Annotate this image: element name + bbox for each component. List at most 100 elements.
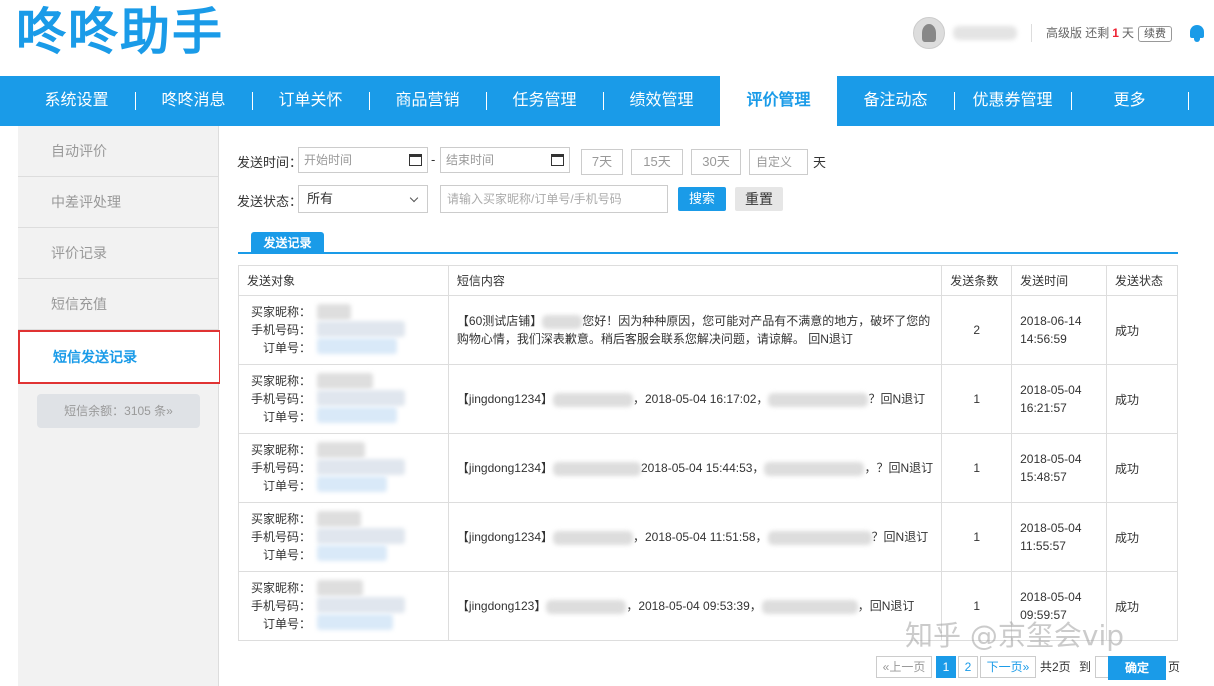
nav-item-reviews[interactable]: 评价管理 [720,76,837,126]
app-logo[interactable]: 咚咚助手 [16,2,224,62]
order-label: 订单号： [262,617,311,631]
send-clock: 11:55:57 [1020,539,1066,553]
redacted-text [553,461,641,476]
send-time-label: 发送时间： [237,155,303,170]
quick-7-days-button[interactable]: 7天 [581,149,623,175]
quick-30-days-button[interactable]: 30天 [691,149,741,175]
order-label: 订单号： [262,479,311,493]
redacted-text [761,599,858,614]
quick-15-days-button[interactable]: 15天 [631,149,683,175]
count-cell: 1 [941,502,1013,572]
next-page-button[interactable]: 下一页» [980,656,1036,678]
send-clock: 15:48:57 [1020,470,1067,484]
sms-tail: ，？回N退订 [864,461,934,475]
phone-label: 手机号码： [250,392,311,406]
sms-shop-tag: 【jingdong1234】 [456,392,553,406]
order-redacted [317,614,393,630]
buyer-nick-redacted [317,304,351,320]
buyer-nick-redacted [317,580,363,596]
sms-tail: ？回N退订 [871,530,929,544]
status-cell: 成功 [1106,433,1178,503]
redacted-text [553,530,633,545]
column-header-count[interactable]: 发送条数 [941,265,1013,296]
main-content: 发送时间： 开始时间 - 结束时间 7天 15天 30天 自定义 天 发送状态：… [220,126,1214,686]
phone-label: 手机号码： [250,323,311,337]
order-label: 订单号： [262,410,311,424]
calendar-icon[interactable] [409,154,422,166]
start-date-input[interactable]: 开始时间 [298,147,428,173]
content-cell: 【jingdong1234】 ，2018-05-04 16:17:02， ？回N退订 [447,364,943,434]
tab-send-records[interactable]: 发送记录 [251,232,324,254]
column-header-target[interactable]: 发送对象 [238,265,449,296]
days-left: 1 [1112,26,1119,40]
page-button-2[interactable]: 2 [958,656,978,678]
user-avatar[interactable] [912,17,945,49]
status-cell: 成功 [1106,295,1178,365]
goto-confirm-button[interactable]: 确定 [1108,656,1166,680]
target-cell: 买家昵称： 手机号码： 订单号： [238,295,449,365]
column-header-time[interactable]: 发送时间 [1011,265,1108,296]
nav-item-coupons[interactable]: 优惠券管理 [954,76,1071,126]
search-input[interactable]: 请输入买家昵称/订单号/手机号码 [440,185,668,213]
main-nav: 系统设置 咚咚消息 订单关怀 商品营销 任务管理 绩效管理 评价管理 备注动态 … [0,76,1214,126]
user-area: 高级版 还剩 1 天续费 [912,16,1214,50]
bell-icon[interactable] [1188,23,1206,43]
tab-bar: 发送记录 [238,232,1178,254]
page-unit: 页 [1168,660,1181,674]
sidebar-item-review-records[interactable]: 评价记录 [18,228,219,279]
nav-item-messages[interactable]: 咚咚消息 [135,76,252,126]
search-button[interactable]: 搜索 [678,187,726,211]
records-table: 发送对象 短信内容 发送条数 发送时间 发送状态 买家昵称： 手机号码： 订单号… [238,265,1178,641]
send-date: 2018-05-04 [1020,590,1082,604]
reset-button[interactable]: 重置 [735,187,783,211]
days-unit: 天 [1121,26,1134,40]
nav-item-system-settings[interactable]: 系统设置 [18,76,135,126]
send-status-value: 所有 [307,191,334,206]
column-header-status[interactable]: 发送状态 [1106,265,1178,296]
prev-page-button[interactable]: «上一页 [876,656,932,678]
nav-divider [1188,92,1189,110]
nav-item-performance[interactable]: 绩效管理 [603,76,720,126]
sidebar-item-negative-review[interactable]: 中差评处理 [18,177,219,228]
buyer-nick-redacted [317,373,373,389]
time-cell: 2018-05-04 15:48:57 [1011,433,1108,503]
send-status-label: 发送状态： [237,194,303,209]
phone-redacted [317,528,405,544]
redacted-text [546,599,627,614]
order-label: 订单号： [262,341,311,355]
sms-balance-button[interactable]: 短信余额：3105 条» [37,394,200,428]
buyer-nick-label: 买家昵称： [250,305,311,319]
column-header-content[interactable]: 短信内容 [447,265,943,296]
content-cell: 【jingdong123】 ，2018-05-04 09:53:39， ，回N退订 [447,571,943,641]
calendar-icon[interactable] [551,154,564,166]
time-cell: 2018-05-04 11:55:57 [1011,502,1108,572]
start-date-placeholder: 开始时间 [304,153,353,167]
nav-item-marketing[interactable]: 商品营销 [369,76,486,126]
table-header-row: 发送对象 短信内容 发送条数 发送时间 发送状态 [238,265,1178,296]
time-cell: 2018-06-14 14:56:59 [1011,295,1108,365]
sms-shop-tag: 【jingdong1234】 [456,530,553,544]
phone-label: 手机号码： [250,599,311,613]
send-date: 2018-06-14 [1020,314,1082,328]
page-button-1[interactable]: 1 [936,656,956,678]
nav-item-tasks[interactable]: 任务管理 [486,76,603,126]
custom-days-input[interactable]: 自定义 [749,149,808,175]
status-cell: 成功 [1106,502,1178,572]
send-status-select[interactable]: 所有 [298,185,428,213]
nav-item-order-care[interactable]: 订单关怀 [252,76,369,126]
plan-info: 高级版 还剩 1 天续费 [1046,24,1172,42]
content-cell: 【jingdong1234】 2018-05-04 15:44:53， ，？回N退订 [447,433,943,503]
renew-button[interactable]: 续费 [1138,26,1172,42]
end-date-input[interactable]: 结束时间 [440,147,570,173]
count-cell: 2 [941,295,1013,365]
sidebar-item-auto-review[interactable]: 自动评价 [18,126,219,177]
table-row: 买家昵称： 手机号码： 订单号： 【jingdong1234】 ，2018-05-… [238,364,1178,434]
phone-redacted [317,459,405,475]
sidebar-item-sms-recharge[interactable]: 短信充值 [18,279,219,330]
nav-item-more[interactable]: 更多 [1071,76,1188,126]
user-name-redacted [952,26,1017,40]
nav-item-notes[interactable]: 备注动态 [837,76,954,126]
count-cell: 1 [941,433,1013,503]
sidebar-item-sms-records[interactable]: 短信发送记录 [18,330,221,384]
phone-redacted [317,390,405,406]
